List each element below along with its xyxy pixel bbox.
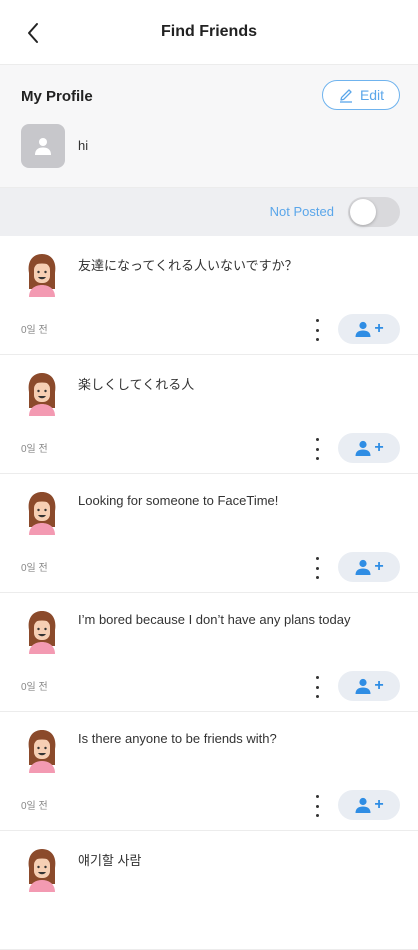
avatar[interactable]: [23, 727, 61, 775]
person-add-icon: [355, 559, 371, 575]
plus-icon: +: [374, 439, 384, 456]
plus-icon: +: [374, 320, 384, 337]
more-options-button[interactable]: [310, 676, 324, 698]
avatar[interactable]: [21, 124, 65, 168]
list-item: 友達になってくれる人いないですか？ 0일 전 +: [0, 236, 418, 355]
more-options-button[interactable]: [310, 319, 324, 341]
girl-avatar-icon: [28, 611, 56, 654]
plus-icon: +: [374, 796, 384, 813]
dot: [315, 438, 319, 441]
edit-label: Edit: [359, 87, 385, 103]
dot: [315, 685, 319, 689]
post-message: 楽しくしてくれる人: [78, 377, 195, 392]
person-add-icon: [355, 678, 371, 694]
pencil-icon: [339, 89, 352, 103]
list-item: 얘기할 사람: [0, 831, 418, 950]
plus-icon: +: [374, 677, 384, 694]
dot: [315, 338, 319, 341]
add-friend-button[interactable]: +: [338, 790, 400, 820]
my-profile-section: My Profile Edit hi: [0, 65, 418, 188]
girl-avatar-icon: [28, 373, 56, 416]
add-friend-button[interactable]: +: [338, 314, 400, 344]
avatar[interactable]: [23, 489, 61, 537]
profile-heading: My Profile: [21, 88, 93, 105]
toggle-knob: [350, 199, 376, 225]
more-options-button[interactable]: [310, 557, 324, 579]
avatar[interactable]: [23, 370, 61, 418]
dot: [315, 319, 319, 322]
post-toggle[interactable]: [348, 197, 400, 227]
add-friend-button[interactable]: +: [338, 433, 400, 463]
dot: [315, 328, 319, 332]
list-item: I’m bored because I don’t have any plans…: [0, 593, 418, 712]
dot: [315, 557, 319, 560]
post-message: 얘기할 사람: [78, 853, 142, 868]
girl-avatar-icon: [28, 730, 56, 773]
dot: [315, 804, 319, 808]
friend-feed: 友達になってくれる人いないですか？ 0일 전 + 楽しくしてくれる人 0일 전: [0, 236, 418, 950]
post-time: 0일 전: [21, 563, 48, 574]
user-icon: [35, 138, 51, 155]
dot: [315, 676, 319, 679]
post-time: 0일 전: [21, 444, 48, 455]
avatar[interactable]: [23, 608, 61, 656]
person-add-icon: [355, 321, 371, 337]
post-message: I’m bored because I don’t have any plans…: [78, 612, 351, 627]
post-time: 0일 전: [21, 801, 48, 812]
add-friend-button[interactable]: +: [338, 671, 400, 701]
list-item: Is there anyone to be friends with? 0일 전…: [0, 712, 418, 831]
avatar[interactable]: [23, 846, 61, 894]
plus-icon: +: [374, 558, 384, 575]
chevron-left-icon: [28, 23, 38, 43]
more-options-button[interactable]: [310, 438, 324, 460]
list-item: 楽しくしてくれる人 0일 전 +: [0, 355, 418, 474]
toggle-label: Not Posted: [269, 204, 334, 219]
dot: [315, 457, 319, 460]
post-message: Is there anyone to be friends with?: [78, 731, 277, 746]
top-bar: Find Friends: [0, 0, 418, 65]
page-title: Find Friends: [161, 23, 257, 40]
more-options-button[interactable]: [310, 795, 324, 817]
profile-text: hi: [78, 138, 89, 153]
edit-button[interactable]: Edit: [322, 80, 400, 110]
back-button[interactable]: [18, 18, 48, 48]
girl-avatar-icon: [28, 849, 56, 892]
dot: [315, 795, 319, 798]
dot: [315, 447, 319, 451]
girl-avatar-icon: [28, 254, 56, 297]
dot: [315, 576, 319, 579]
dot: [315, 695, 319, 698]
person-add-icon: [355, 440, 371, 456]
dot: [315, 566, 319, 570]
avatar[interactable]: [23, 251, 61, 299]
girl-avatar-icon: [28, 492, 56, 535]
post-message: 友達になってくれる人いないですか？: [78, 258, 298, 273]
add-friend-button[interactable]: +: [338, 552, 400, 582]
list-item: Looking for someone to FaceTime! 0일 전 +: [0, 474, 418, 593]
post-status-row: Not Posted: [0, 188, 418, 236]
person-add-icon: [355, 797, 371, 813]
dot: [315, 814, 319, 817]
post-message: Looking for someone to FaceTime!: [78, 493, 279, 508]
post-time: 0일 전: [21, 682, 48, 693]
post-time: 0일 전: [21, 325, 48, 336]
